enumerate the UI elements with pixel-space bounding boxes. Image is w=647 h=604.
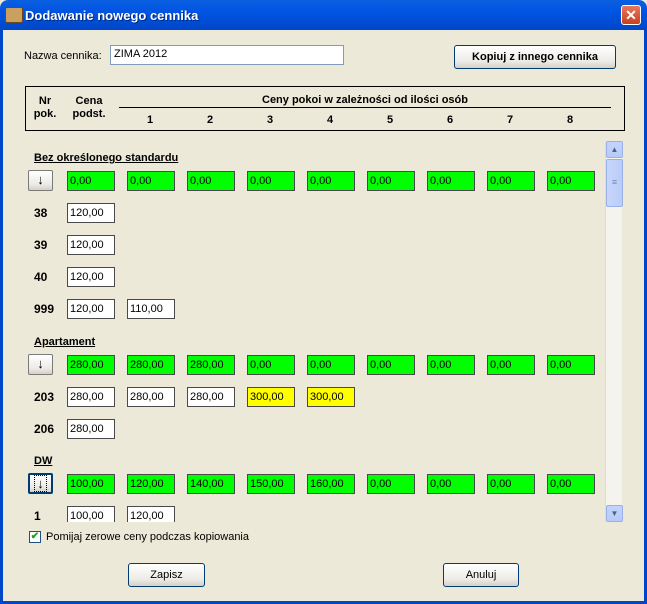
- apply-defaults-button[interactable]: ↓: [28, 354, 53, 375]
- room-price-input[interactable]: 300,00: [307, 387, 355, 407]
- base-price-input[interactable]: 120,00: [67, 267, 115, 287]
- room-price-input[interactable]: 120,00: [127, 506, 175, 522]
- apply-defaults-button[interactable]: ↓: [28, 473, 53, 494]
- default-price-cell[interactable]: 0,00: [427, 355, 475, 375]
- default-price-cell[interactable]: 140,00: [187, 474, 235, 494]
- base-price-input[interactable]: 280,00: [67, 387, 115, 407]
- header-column-2: 2: [206, 114, 214, 126]
- base-price-input[interactable]: 120,00: [67, 203, 115, 223]
- section-title: DW: [34, 455, 53, 467]
- default-price-cell[interactable]: 0,00: [307, 171, 355, 191]
- room-price-input[interactable]: 280,00: [127, 387, 175, 407]
- default-price-cell[interactable]: 0,00: [127, 171, 175, 191]
- save-button[interactable]: Zapisz: [128, 563, 205, 587]
- scroll-thumb[interactable]: ≡: [606, 159, 623, 207]
- default-price-cell[interactable]: 0,00: [247, 355, 295, 375]
- default-price-cell[interactable]: 0,00: [187, 171, 235, 191]
- default-price-cell[interactable]: 150,00: [247, 474, 295, 494]
- scroll-down-icon[interactable]: ▼: [606, 505, 623, 522]
- arrow-down-icon: ↓: [37, 356, 44, 371]
- name-label: Nazwa cennika:: [24, 50, 102, 62]
- default-price-cell[interactable]: 0,00: [307, 355, 355, 375]
- room-number: 206: [34, 422, 55, 436]
- header-pok: pok.: [33, 108, 57, 120]
- room-number: 39: [34, 238, 48, 252]
- room-number: 999: [34, 302, 55, 316]
- default-price-cell[interactable]: 0,00: [247, 171, 295, 191]
- default-price-cell[interactable]: 0,00: [487, 474, 535, 494]
- room-price-input[interactable]: 110,00: [127, 299, 175, 319]
- room-number: 40: [34, 270, 48, 284]
- title-bar: Dodawanie nowego cennika ✕: [0, 0, 647, 30]
- default-price-cell[interactable]: 280,00: [127, 355, 175, 375]
- arrow-down-icon: ↓: [34, 475, 47, 492]
- header-column-7: 7: [506, 114, 514, 126]
- ignore-zero-checkbox[interactable]: ✔: [29, 531, 41, 543]
- default-price-cell[interactable]: 280,00: [187, 355, 235, 375]
- default-price-cell[interactable]: 0,00: [487, 171, 535, 191]
- base-price-input[interactable]: 120,00: [67, 235, 115, 255]
- thumb-grip-icon: ≡: [611, 177, 618, 187]
- default-price-cell[interactable]: 0,00: [547, 171, 595, 191]
- default-price-cell[interactable]: 0,00: [487, 355, 535, 375]
- vertical-scrollbar[interactable]: ▲ ≡ ▼: [605, 141, 623, 522]
- default-price-cell[interactable]: 100,00: [67, 474, 115, 494]
- base-price-input[interactable]: 100,00: [67, 506, 115, 522]
- header-group-title: Ceny pokoi w zależności od ilości osób: [262, 94, 468, 106]
- header-column-3: 3: [266, 114, 274, 126]
- apply-defaults-button[interactable]: ↓: [28, 170, 53, 191]
- header-column-4: 4: [326, 114, 334, 126]
- default-price-cell[interactable]: 120,00: [127, 474, 175, 494]
- default-price-cell[interactable]: 160,00: [307, 474, 355, 494]
- header-column-8: 8: [566, 114, 574, 126]
- close-button[interactable]: ✕: [621, 5, 641, 25]
- section-title: Apartament: [34, 336, 96, 348]
- section-title: Bez określonego standardu: [34, 152, 179, 164]
- room-price-input[interactable]: 280,00: [187, 387, 235, 407]
- default-price-cell[interactable]: 280,00: [67, 355, 115, 375]
- base-price-input[interactable]: 120,00: [67, 299, 115, 319]
- window-title: Dodawanie nowego cennika: [25, 8, 199, 23]
- room-number: 1: [34, 509, 41, 522]
- header-nr: Nr: [38, 95, 52, 107]
- base-price-input[interactable]: 280,00: [67, 419, 115, 439]
- default-price-cell[interactable]: 0,00: [547, 355, 595, 375]
- default-price-cell[interactable]: 0,00: [367, 355, 415, 375]
- room-number: 38: [34, 206, 48, 220]
- default-price-cell[interactable]: 0,00: [367, 474, 415, 494]
- arrow-down-icon: ↓: [37, 172, 44, 187]
- header-column-6: 6: [446, 114, 454, 126]
- default-price-cell[interactable]: 0,00: [67, 171, 115, 191]
- header-cena: Cena: [75, 95, 103, 107]
- header-divider: [119, 107, 611, 108]
- default-price-cell[interactable]: 0,00: [427, 171, 475, 191]
- room-number: 203: [34, 390, 55, 404]
- cancel-button[interactable]: Anuluj: [443, 563, 519, 587]
- app-icon: [5, 7, 23, 23]
- room-price-input[interactable]: 300,00: [247, 387, 295, 407]
- name-input[interactable]: ZIMA 2012: [110, 45, 344, 65]
- header-column-5: 5: [386, 114, 394, 126]
- copy-from-other-button[interactable]: Kopiuj z innego cennika: [454, 45, 616, 69]
- header-podst: podst.: [72, 108, 106, 120]
- default-price-cell[interactable]: 0,00: [367, 171, 415, 191]
- price-grid: Bez określonego standardu ↓ 0,00 0,00 0,00 0,…: [25, 141, 605, 522]
- ignore-zero-label: Pomijaj zerowe ceny podczas kopiowania: [46, 531, 249, 543]
- scroll-up-icon[interactable]: ▲: [606, 141, 623, 158]
- header-column-1: 1: [146, 114, 154, 126]
- default-price-cell[interactable]: 0,00: [427, 474, 475, 494]
- default-price-cell[interactable]: 0,00: [547, 474, 595, 494]
